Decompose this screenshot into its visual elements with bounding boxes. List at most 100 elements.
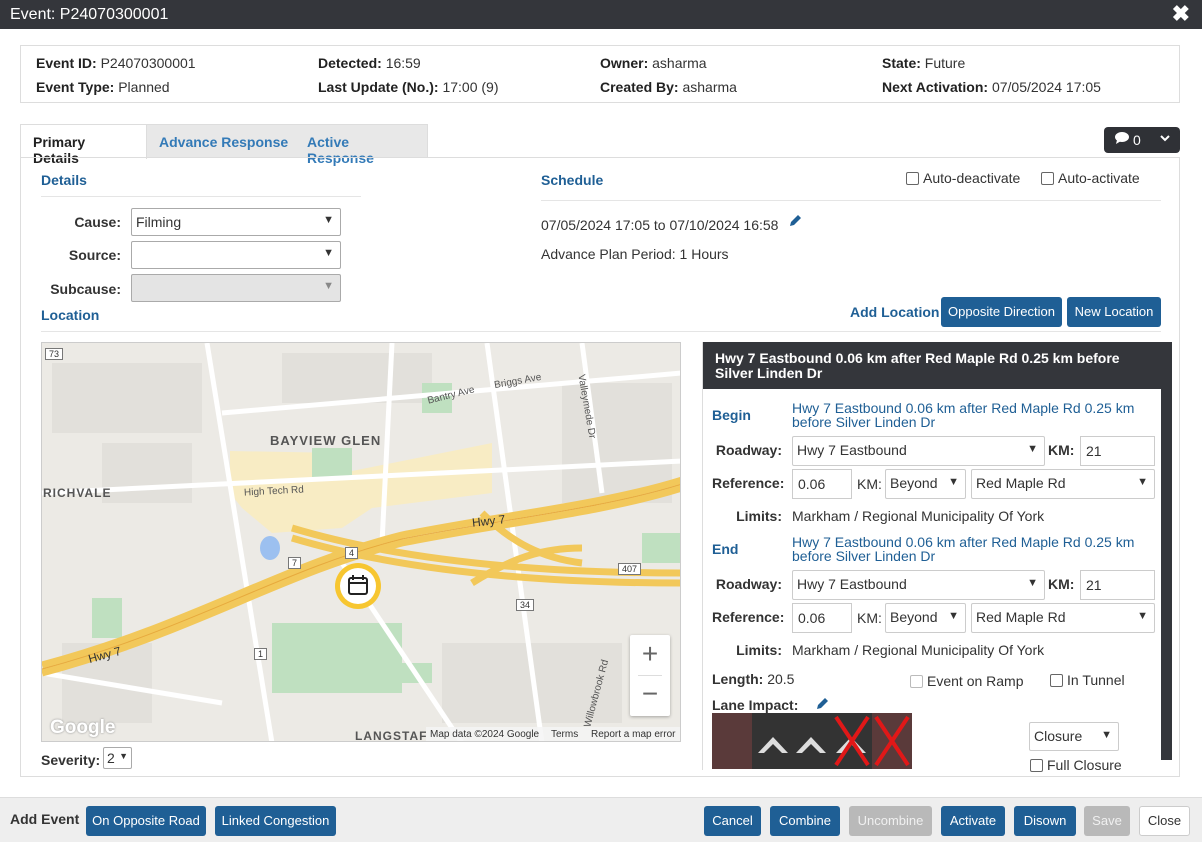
- activate-button[interactable]: Activate: [941, 806, 1005, 836]
- uncombine-button[interactable]: Uncombine: [849, 806, 932, 836]
- map-label-langstaff: LANGSTAF: [355, 729, 428, 742]
- source-select[interactable]: ▼: [131, 241, 341, 269]
- route-shield: 1: [254, 648, 268, 660]
- auto-deactivate-checkbox[interactable]: Auto-deactivate: [906, 170, 1020, 186]
- chevron-down-icon: ▼: [323, 214, 334, 226]
- opposite-direction-button[interactable]: Opposite Direction: [941, 297, 1062, 327]
- cause-select[interactable]: Filming ▼: [131, 208, 341, 236]
- cause-label: Cause:: [74, 214, 121, 230]
- subcause-select[interactable]: ▼: [131, 274, 341, 302]
- chevron-down-icon: [1159, 131, 1171, 147]
- chevron-down-icon: ▼: [323, 280, 334, 292]
- map-attribution-bar: Map data ©2024 Google Terms Report a map…: [426, 727, 680, 741]
- begin-label: Begin: [712, 407, 751, 423]
- title-bar: Event: P24070300001 ✖: [0, 0, 1202, 29]
- end-reference-road-select[interactable]: Red Maple Rd ▼: [971, 603, 1155, 633]
- tab-primary-details[interactable]: Primary Details: [21, 125, 147, 166]
- new-location-button[interactable]: New Location: [1067, 297, 1161, 327]
- location-map[interactable]: BAYVIEW GLEN RICHVALE LANGSTAF Bantry Av…: [41, 342, 681, 742]
- event-id: Event ID: P24070300001: [36, 55, 196, 71]
- begin-reference-input[interactable]: 0.06: [792, 469, 852, 499]
- lane-impact-diagram[interactable]: [712, 713, 912, 769]
- schedule-title: Schedule: [541, 172, 604, 188]
- begin-direction-select[interactable]: Beyond ▼: [885, 469, 966, 499]
- next-activation: Next Activation: 07/05/2024 17:05: [882, 79, 1101, 95]
- end-km-input[interactable]: 21: [1080, 570, 1155, 600]
- map-label-bayview-glen: BAYVIEW GLEN: [270, 433, 382, 448]
- pencil-icon[interactable]: [815, 697, 829, 714]
- lane-status-select[interactable]: Closure ▼: [1029, 722, 1119, 751]
- begin-description-link[interactable]: Hwy 7 Eastbound 0.06 km after Red Maple …: [792, 401, 1147, 429]
- comments-button[interactable]: 0: [1104, 127, 1180, 153]
- severity-select[interactable]: 2 ▼: [103, 747, 132, 769]
- chevron-down-icon: ▼: [119, 751, 128, 761]
- ref-km-label: KM:: [857, 476, 882, 492]
- owner: Owner: asharma: [600, 55, 707, 71]
- event-marker[interactable]: [335, 563, 381, 609]
- scrollbar[interactable]: [1161, 342, 1172, 760]
- zoom-out-button[interactable]: −: [630, 676, 670, 716]
- chevron-down-icon: ▼: [948, 476, 959, 488]
- map-report-link[interactable]: Report a map error: [591, 729, 675, 740]
- save-button[interactable]: Save: [1084, 806, 1130, 836]
- linked-congestion-button[interactable]: Linked Congestion: [215, 806, 336, 836]
- pencil-icon[interactable]: [788, 214, 802, 231]
- zoom-in-button[interactable]: +: [630, 635, 670, 675]
- chevron-down-icon: ▼: [1137, 610, 1148, 622]
- end-reference-input[interactable]: 0.06: [792, 603, 852, 633]
- close-button[interactable]: Close: [1139, 806, 1190, 836]
- end-roadway-select[interactable]: Hwy 7 Eastbound ▼: [792, 570, 1045, 600]
- tab-advance-response[interactable]: Advance Response: [147, 125, 300, 158]
- length: Length: 20.5: [712, 671, 795, 687]
- begin-roadway-select[interactable]: Hwy 7 Eastbound ▼: [792, 436, 1045, 466]
- zoom-control: + −: [630, 635, 670, 716]
- route-shield: 73: [45, 348, 64, 360]
- window-title: Event: P24070300001: [10, 6, 169, 23]
- route-shield: 407: [618, 563, 642, 575]
- divider: [41, 196, 361, 197]
- end-direction-select[interactable]: Beyond ▼: [885, 603, 966, 633]
- location-title: Location: [41, 307, 100, 323]
- source-label: Source:: [68, 247, 121, 263]
- begin-km-input[interactable]: 21: [1080, 436, 1155, 466]
- created-by: Created By: asharma: [600, 79, 737, 95]
- chevron-down-icon: ▼: [948, 610, 959, 622]
- map-label-richvale: RICHVALE: [43, 486, 112, 500]
- km-label: KM:: [1048, 442, 1075, 458]
- advance-plan-period: Advance Plan Period: 1 Hours: [541, 246, 729, 262]
- cancel-button[interactable]: Cancel: [704, 806, 761, 836]
- lane-impact-label: Lane Impact:: [712, 697, 799, 713]
- in-tunnel-checkbox[interactable]: In Tunnel: [1050, 672, 1125, 688]
- event-type: Event Type: Planned: [36, 79, 170, 95]
- end-label: End: [712, 541, 739, 557]
- ref-km-label: KM:: [857, 610, 882, 626]
- chevron-down-icon: ▼: [1027, 443, 1038, 455]
- state: State: Future: [882, 55, 966, 71]
- end-limits: Markham / Regional Municipality Of York: [792, 642, 1045, 658]
- last-update: Last Update (No.): 17:00 (9): [318, 79, 499, 95]
- divider: [541, 200, 1161, 201]
- reference-label: Reference:: [712, 475, 785, 491]
- on-opposite-road-button[interactable]: On Opposite Road: [86, 806, 206, 836]
- map-terms-link[interactable]: Terms: [551, 729, 578, 740]
- full-closure-checkbox[interactable]: Full Closure: [1030, 757, 1122, 773]
- route-shield: 34: [516, 599, 535, 611]
- google-logo: Google: [50, 717, 116, 738]
- close-icon[interactable]: ✖: [1172, 1, 1190, 27]
- chevron-down-icon: ▼: [1137, 476, 1148, 488]
- event-on-ramp-checkbox[interactable]: Event on Ramp: [910, 673, 1024, 689]
- lane-diagram-canvas: [712, 713, 912, 769]
- tab-bar: Primary Details Advance Response Active …: [20, 124, 428, 166]
- auto-activate-checkbox[interactable]: Auto-activate: [1041, 170, 1140, 186]
- begin-limits: Markham / Regional Municipality Of York: [792, 508, 1045, 524]
- begin-reference-road-select[interactable]: Red Maple Rd ▼: [971, 469, 1155, 499]
- chevron-down-icon: ▼: [323, 247, 334, 259]
- schedule-range: 07/05/2024 17:05 to 07/10/2024 16:58: [541, 217, 779, 233]
- details-title: Details: [41, 172, 87, 188]
- combine-button[interactable]: Combine: [770, 806, 840, 836]
- end-description-link[interactable]: Hwy 7 Eastbound 0.06 km after Red Maple …: [792, 535, 1147, 563]
- disown-button[interactable]: Disown: [1014, 806, 1076, 836]
- add-event-label: Add Event: [10, 811, 80, 827]
- tab-active-response[interactable]: Active Response: [295, 125, 427, 166]
- reference-label: Reference:: [712, 609, 785, 625]
